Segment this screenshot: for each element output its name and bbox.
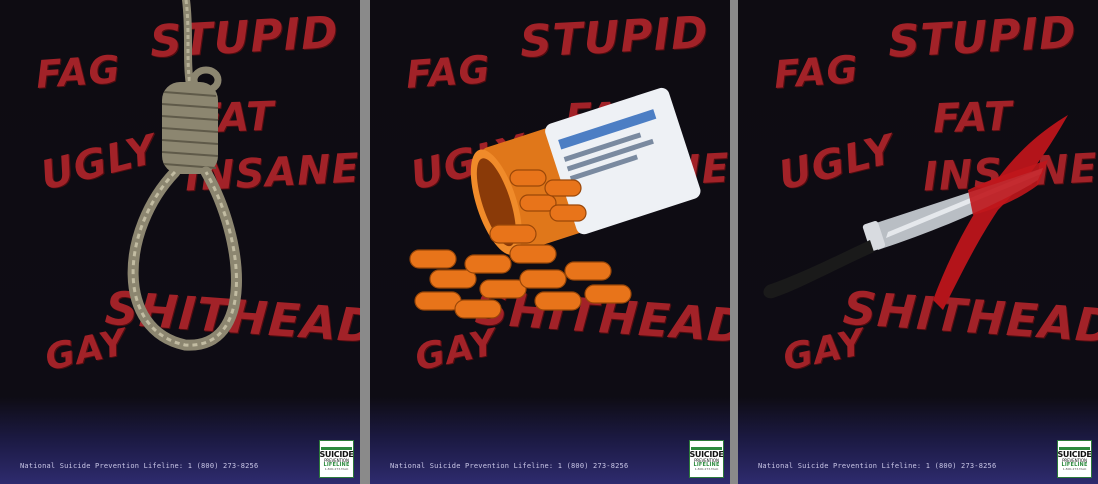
logo-line-4: 1-800-273-TALK — [694, 467, 719, 471]
poster-noose: Fag Stupid Fat Ugly Insane Shithead Gay … — [0, 0, 360, 484]
lifeline-footer-text: National Suicide Prevention Lifeline: 1 … — [390, 462, 629, 470]
lifeline-logo: SUICIDE PREVENTION LIFELINE 1-800-273-TA… — [689, 440, 724, 478]
poster-knife: Fag Stupid Fat Ugly Insane Shithead Gay … — [738, 0, 1098, 484]
noose-icon — [127, 0, 242, 351]
logo-line-4: 1-800-273-TALK — [1062, 467, 1087, 471]
logo-line-4: 1-800-273-TALK — [324, 467, 349, 471]
lifeline-logo: SUICIDE PREVENTION LIFELINE 1-800-273-TA… — [319, 440, 354, 478]
lifeline-footer-text: National Suicide Prevention Lifeline: 1 … — [20, 462, 259, 470]
lifeline-footer-text: National Suicide Prevention Lifeline: 1 … — [758, 462, 997, 470]
pill-bottle-icon — [409, 87, 701, 319]
lifeline-logo: SUICIDE PREVENTION LIFELINE 1-800-273-TA… — [1057, 440, 1092, 478]
poster-pills: Fag Stupid Fat Ugly Insane Shithead Gay — [370, 0, 730, 484]
bloody-knife-icon — [763, 115, 1068, 310]
